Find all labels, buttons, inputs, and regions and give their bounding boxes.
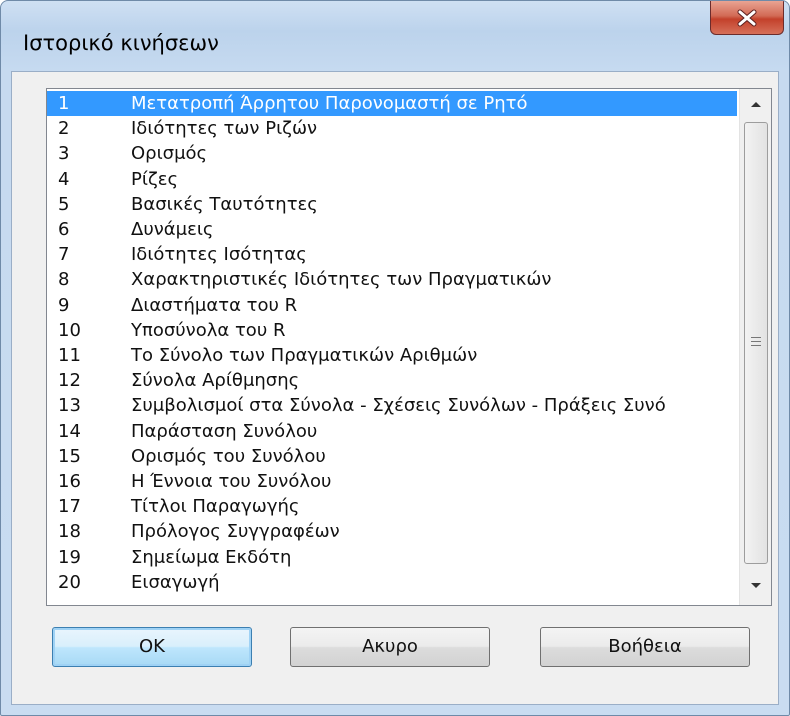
list-item-number: 8 [58, 269, 70, 291]
list-item-label: Το Σύνολο των Πραγματικών Αριθμών [131, 345, 478, 366]
list-item[interactable]: 10 Υποσύνολα του R [47, 318, 737, 343]
list-item-label: Πρόλογος Συγγραφέων [131, 521, 340, 543]
list-item-label: Δυνάμεις [131, 219, 214, 240]
list-item-label: Μετατροπή Άρρητου Παρονομαστή σε Ρητό [131, 93, 528, 114]
scroll-down-arrow-icon [750, 583, 761, 588]
list-item-label: Ρίζες [131, 168, 179, 190]
scroll-up-arrow-icon [750, 102, 761, 107]
list-item-number: 19 [58, 546, 81, 568]
ok-button[interactable]: OK [52, 627, 252, 667]
list-item[interactable]: 18 Πρόλογος Συγγραφέων [47, 519, 737, 544]
list-item[interactable]: 1 Μετατροπή Άρρητου Παρονομαστή σε Ρητό [47, 91, 737, 116]
list-item-number: 15 [58, 445, 81, 467]
history-dialog: Ιστορικό κινήσεων 1 Μετατροπή Άρρητου Παρ… [0, 0, 790, 716]
list-item-number: 13 [58, 395, 81, 417]
scrollbar-thumb[interactable] [744, 122, 768, 564]
list-item[interactable]: 11 Το Σύνολο των Πραγματικών Αριθμών [47, 343, 737, 368]
thumb-grip-line [751, 345, 761, 346]
list-item-label: Υποσύνολα του R [131, 319, 286, 341]
list-item[interactable]: 13 Συμβολισμοί στα Σύνολα - Σχέσεις Συνόλ… [47, 393, 737, 418]
list-item[interactable]: 2 Ιδιότητες των Ριζών [47, 116, 737, 141]
list-item-number: 12 [58, 370, 81, 392]
history-list[interactable]: 1 Μετατροπή Άρρητου Παρονομαστή σε Ρητό 2 Ι… [46, 88, 772, 606]
dialog-body: 1 Μετατροπή Άρρητου Παρονομαστή σε Ρητό 2 Ι… [11, 71, 779, 705]
list-item[interactable]: 7 Ιδιότητες Ισότητας [47, 242, 737, 267]
close-icon [737, 9, 757, 26]
list-item-number: 6 [58, 219, 70, 240]
cancel-button[interactable]: Ακυρο [290, 627, 490, 667]
list-item-number: 3 [58, 143, 70, 165]
list-item[interactable]: 6 Δυνάμεις [47, 217, 737, 242]
list-item[interactable]: 14 Παράσταση Συνόλου [47, 419, 737, 444]
list-item-number: 11 [58, 345, 81, 366]
list-item-number: 2 [58, 118, 70, 140]
list-item[interactable]: 3 Ορισμός [47, 141, 737, 166]
list-item-label: Παράσταση Συνόλου [131, 420, 318, 442]
scroll-down-button[interactable] [740, 571, 771, 601]
list-item-label: Συμβολισμοί στα Σύνολα - Σχέσεις Συνόλων… [131, 395, 666, 417]
help-button[interactable]: Βοήθεια [540, 627, 750, 667]
list-item-number: 20 [58, 571, 81, 593]
list-item-number: 7 [58, 244, 70, 266]
list-item[interactable]: 20 Εισαγωγή [47, 570, 737, 595]
list-item[interactable]: 5 Βασικές Ταυτότητες [47, 192, 737, 217]
list-item-number: 4 [58, 168, 70, 190]
list-item-label: Ιδιότητες των Ριζών [131, 118, 318, 140]
list-item-label: Σημείωμα Εκδότη [131, 546, 292, 568]
list-item-label: Ιδιότητες Ισότητας [131, 244, 307, 266]
history-list-rows: 1 Μετατροπή Άρρητου Παρονομαστή σε Ρητό 2 Ι… [47, 89, 737, 605]
window-title: Ιστορικό κινήσεων [23, 31, 219, 55]
thumb-grip-line [751, 337, 761, 338]
list-item-label: Βασικές Ταυτότητες [131, 193, 318, 215]
close-button[interactable] [710, 1, 784, 35]
list-item-number: 5 [58, 193, 70, 215]
list-item-number: 18 [58, 521, 81, 543]
scroll-up-button[interactable] [740, 89, 771, 119]
list-item-label: Σύνολα Αρίθμησης [131, 370, 300, 392]
list-item-number: 16 [58, 471, 81, 492]
list-item-number: 14 [58, 420, 81, 442]
list-item[interactable]: 15 Ορισμός του Συνόλου [47, 444, 737, 469]
list-item-number: 17 [58, 496, 81, 518]
list-item-label: Χαρακτηριστικές Ιδιότητες των Πραγματικώ… [131, 269, 552, 291]
list-item-label: Διαστήματα του R [131, 294, 298, 316]
list-item[interactable]: 12 Σύνολα Αρίθμησης [47, 368, 737, 393]
list-item-label: Εισαγωγή [131, 571, 220, 593]
list-item-label: Ορισμός του Συνόλου [131, 445, 326, 467]
list-item-label: Η Έννοια του Συνόλου [131, 471, 332, 492]
list-item-number: 9 [58, 294, 70, 316]
list-item-label: Ορισμός [131, 143, 208, 165]
list-item[interactable]: 8 Χαρακτηριστικές Ιδιότητες των Πραγματικ… [47, 267, 737, 292]
list-item[interactable]: 4 Ρίζες [47, 167, 737, 192]
list-item-number: 1 [58, 93, 70, 114]
vertical-scrollbar[interactable] [739, 89, 771, 605]
list-item-number: 10 [58, 319, 81, 341]
list-item[interactable]: 9 Διαστήματα του R [47, 293, 737, 318]
list-item[interactable]: 17 Τίτλοι Παραγωγής [47, 494, 737, 519]
list-item[interactable]: 16 Η Έννοια του Συνόλου [47, 469, 737, 494]
list-item-label: Τίτλοι Παραγωγής [131, 496, 300, 518]
list-item[interactable]: 19 Σημείωμα Εκδότη [47, 545, 737, 570]
thumb-grip-line [751, 341, 761, 342]
